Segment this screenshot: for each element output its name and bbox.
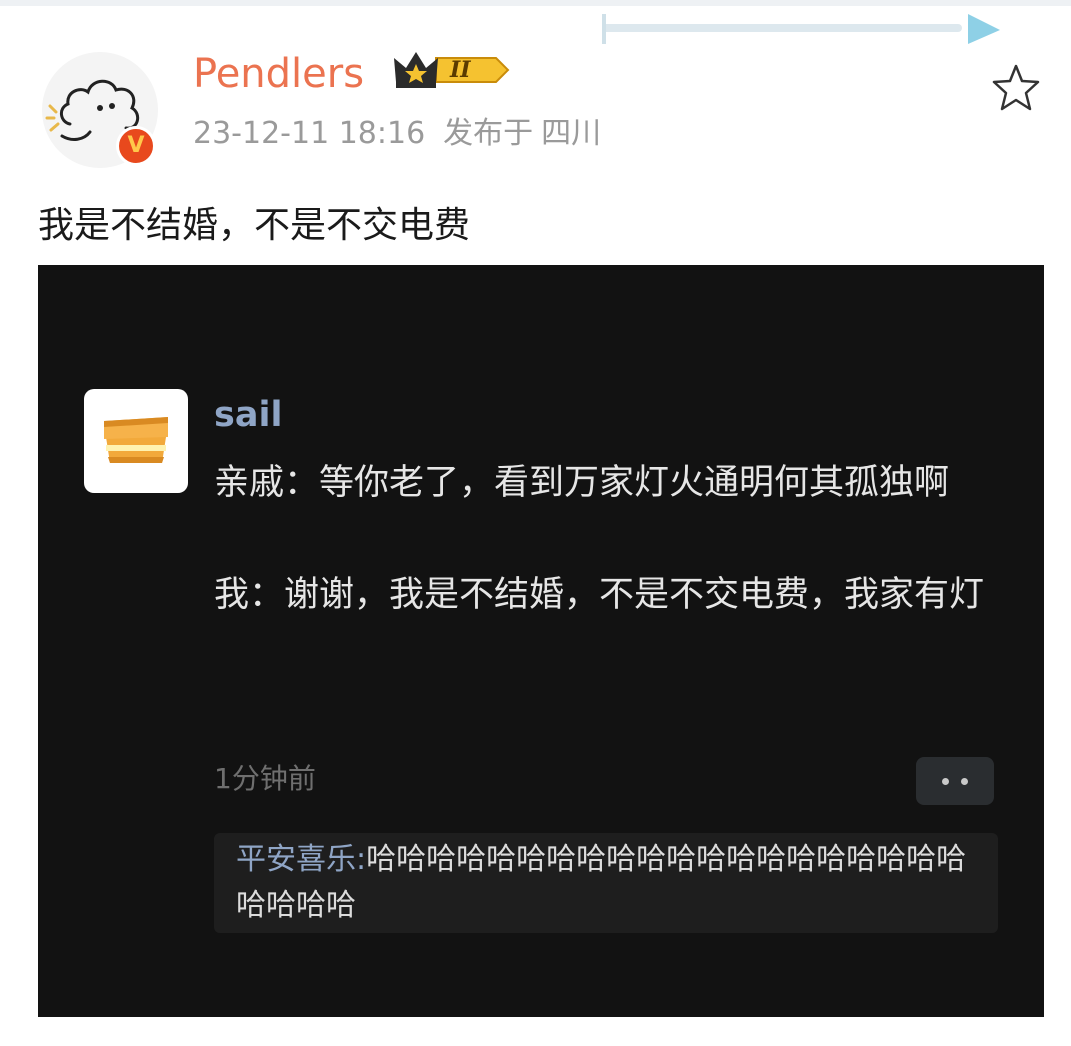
username[interactable]: Pendlers — [193, 46, 364, 102]
star-outline-icon — [992, 64, 1040, 111]
embedded-message-line: 我：谢谢，我是不结婚，不是不交电费，我家有灯 — [214, 575, 985, 615]
top-decoration — [602, 14, 1000, 44]
post-meta: 23-12-11 18:16 发布于 四川 — [193, 112, 601, 156]
vip-level-text: II — [450, 57, 471, 83]
post-location: 四川 — [541, 116, 602, 151]
embedded-author-name[interactable]: sail — [214, 391, 282, 439]
embedded-message: 亲戚：等你老了，看到万家灯火通明何其孤独啊 我：谢谢，我是不结婚，不是不交电费，… — [214, 455, 1004, 623]
favorite-button[interactable] — [990, 62, 1042, 114]
post-location-prefix: 发布于 — [443, 116, 534, 151]
reply-separator: : — [356, 842, 367, 877]
verified-badge: V — [116, 126, 156, 166]
embedded-screenshot[interactable]: sail 亲戚：等你老了，看到万家灯火通明何其孤独啊 我：谢谢，我是不结婚，不是… — [38, 265, 1044, 1017]
embedded-author-avatar — [84, 389, 188, 493]
more-dots-icon[interactable] — [916, 757, 994, 805]
top-strip — [0, 0, 1071, 6]
user-avatar[interactable]: V — [42, 52, 158, 168]
post-text: 我是不结婚，不是不交电费 — [38, 205, 471, 246]
post-timestamp: 23-12-11 18:16 — [193, 116, 426, 151]
embedded-time: 1分钟前 — [214, 762, 316, 795]
toast-sandwich-icon — [104, 417, 168, 463]
reply-author[interactable]: 平安喜乐 — [236, 842, 356, 877]
vip-level-badge[interactable]: II — [392, 48, 510, 92]
embedded-message-line: 亲戚：等你老了，看到万家灯火通明何其孤独啊 — [214, 463, 950, 503]
embedded-reply: 平安喜乐:哈哈哈哈哈哈哈哈哈哈哈哈哈哈哈哈哈哈哈哈哈哈哈哈 — [214, 833, 998, 933]
